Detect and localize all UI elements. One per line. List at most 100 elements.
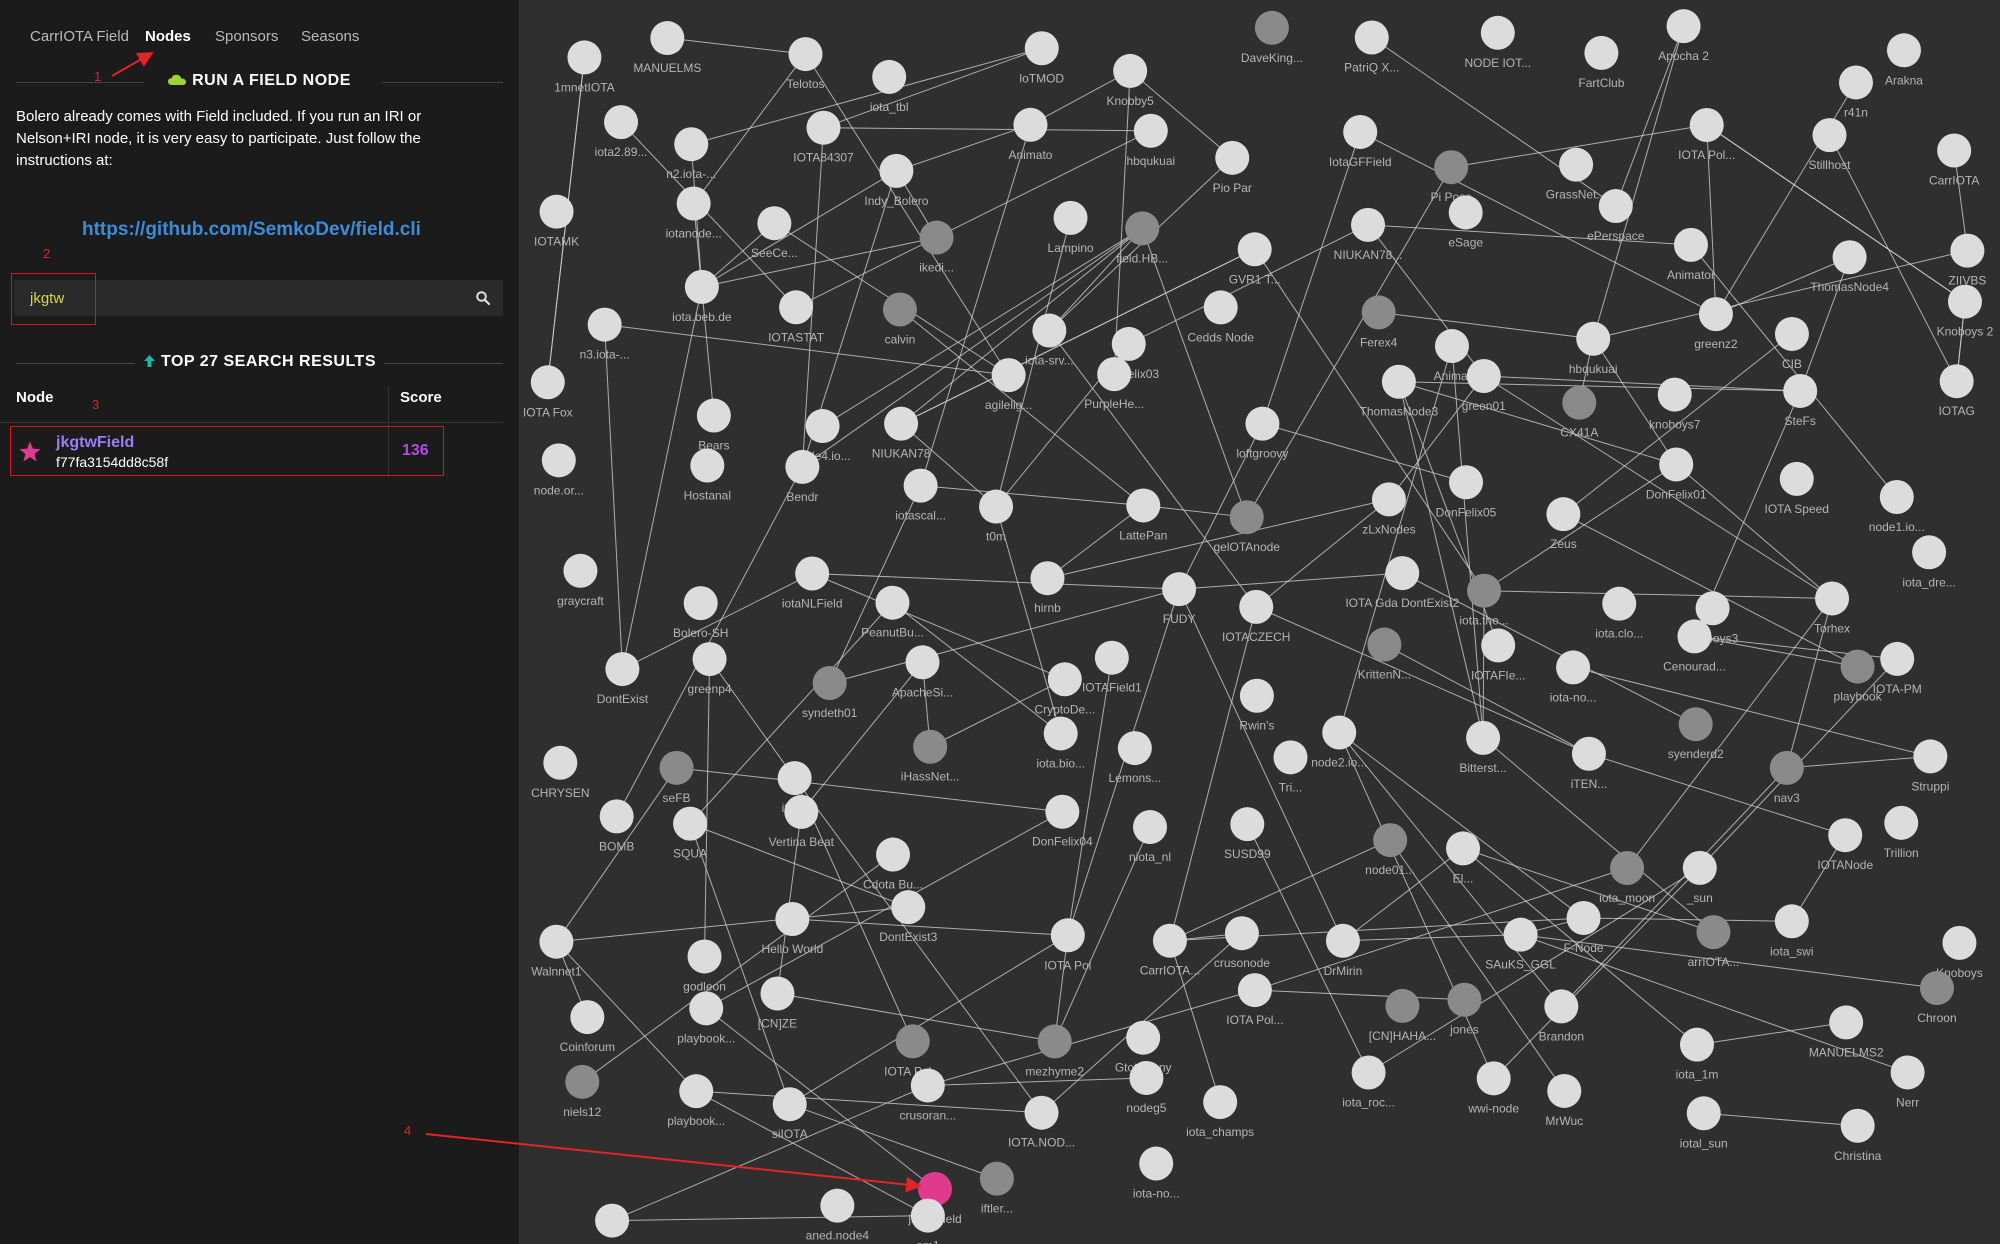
graph-node[interactable]: Cdota Bu... xyxy=(863,837,923,892)
graph-node[interactable]: SeeCe... xyxy=(751,206,798,260)
graph-node-dot[interactable] xyxy=(1097,357,1132,392)
graph-node-dot[interactable] xyxy=(1037,1024,1072,1059)
graph-node[interactable]: iotaNLField xyxy=(782,556,843,610)
graph-node[interactable]: ThomasNode3 xyxy=(1360,364,1439,419)
graph-node-dot[interactable] xyxy=(876,837,911,872)
graph-node-dot[interactable] xyxy=(1815,581,1850,616)
graph-node[interactable]: jones xyxy=(1447,982,1482,1037)
graph-node[interactable]: DonFelix01 xyxy=(1646,447,1707,501)
graph-node-dot[interactable] xyxy=(1919,971,1954,1006)
graph-node-dot[interactable] xyxy=(1657,377,1692,412)
graph-node-dot[interactable] xyxy=(903,468,938,503)
graph-node-dot[interactable] xyxy=(1556,650,1591,685)
graph-node[interactable]: IotaGFField xyxy=(1329,114,1392,169)
graph-node-dot[interactable] xyxy=(1559,147,1594,182)
graph-node[interactable]: Brandon xyxy=(1539,989,1584,1043)
graph-node-dot[interactable] xyxy=(1129,1060,1164,1095)
graph-node-dot[interactable] xyxy=(1503,917,1538,952)
graph-node-dot[interactable] xyxy=(1939,364,1974,399)
graph-node-dot[interactable] xyxy=(1812,118,1847,153)
graph-node-dot[interactable] xyxy=(1024,1095,1059,1130)
graph-node-dot[interactable] xyxy=(1224,916,1259,951)
graph-node-dot[interactable] xyxy=(530,365,565,400)
graph-node-dot[interactable] xyxy=(1043,716,1078,751)
graph-node[interactable]: Christina xyxy=(1834,1108,1882,1163)
graph-node-dot[interactable] xyxy=(1371,482,1406,517)
graph-node[interactable]: node2.io... xyxy=(584,1203,640,1244)
graph-node[interactable]: node1.io... xyxy=(1869,480,1925,534)
graph-node[interactable]: DrMirin xyxy=(1324,923,1363,978)
graph-node-dot[interactable] xyxy=(812,665,847,700)
graph-node-dot[interactable] xyxy=(1838,65,1873,100)
graph-node[interactable]: [CN]HAHA... xyxy=(1369,988,1436,1043)
graph-node-dot[interactable] xyxy=(1273,740,1308,775)
graph-node-dot[interactable] xyxy=(872,59,907,94)
graph-node-dot[interactable] xyxy=(1215,140,1250,175)
graph-node[interactable]: t0m xyxy=(979,489,1014,544)
graph-node[interactable]: iota_champs xyxy=(1186,1085,1254,1139)
graph-node[interactable]: MANUELMS xyxy=(633,21,701,75)
graph-node-dot[interactable] xyxy=(905,645,940,680)
graph-node[interactable]: iota-no... xyxy=(1133,1146,1180,1201)
graph-node-dot[interactable] xyxy=(1045,794,1080,829)
graph-node[interactable]: loftgroovy xyxy=(1236,406,1288,461)
graph-node[interactable]: CIB xyxy=(1774,316,1809,371)
tab-seasons[interactable]: Seasons xyxy=(301,28,359,45)
graph-node[interactable]: IOTAFIe... xyxy=(1471,628,1525,682)
graph-node-dot[interactable] xyxy=(1774,316,1809,351)
graph-node[interactable]: Knoboys 2 xyxy=(1937,284,1994,339)
graph-node-dot[interactable] xyxy=(1152,923,1187,958)
graph-node[interactable]: iota.bio... xyxy=(1036,716,1085,770)
graph-node[interactable]: Telotos xyxy=(786,37,825,91)
graph-node-dot[interactable] xyxy=(605,652,640,687)
graph-node-dot[interactable] xyxy=(1912,535,1947,570)
graph-node[interactable]: niota_nl xyxy=(1129,810,1171,864)
graph-node-dot[interactable] xyxy=(777,761,812,796)
graph-node-dot[interactable] xyxy=(1779,461,1814,496)
graph-node[interactable]: NIUKAN78... xyxy=(1334,207,1403,262)
graph-node-dot[interactable] xyxy=(1829,1005,1864,1040)
graph-node-dot[interactable] xyxy=(1446,831,1481,866)
graph-node-dot[interactable] xyxy=(1373,823,1408,858)
graph-node[interactable]: IOTAMK xyxy=(534,194,579,249)
graph-node[interactable]: NIUKAN78 xyxy=(872,406,931,461)
graph-node[interactable]: siIOTA xyxy=(772,1087,808,1141)
graph-node-dot[interactable] xyxy=(1880,641,1915,676)
graph-node[interactable]: iota_dre... xyxy=(1902,535,1956,589)
graph-node-dot[interactable] xyxy=(604,105,639,140)
graph-node-dot[interactable] xyxy=(692,642,727,677)
tab-sponsors[interactable]: Sponsors xyxy=(215,28,278,45)
graph-node-dot[interactable] xyxy=(1673,227,1708,262)
graph-node[interactable]: DontExist3 xyxy=(879,890,938,944)
graph-node[interactable]: IOTA.NOD... xyxy=(1008,1095,1075,1150)
graph-node[interactable]: [CN]ZE xyxy=(758,976,797,1030)
graph-node-dot[interactable] xyxy=(696,398,731,433)
graph-node[interactable]: node01... xyxy=(1365,823,1415,877)
graph-node[interactable]: BOMB xyxy=(599,799,634,853)
graph-node[interactable]: El... xyxy=(1446,831,1481,885)
graph-node-dot[interactable] xyxy=(1126,488,1161,523)
graph-node-dot[interactable] xyxy=(587,307,622,342)
graph-node-dot[interactable] xyxy=(1448,195,1483,230)
graph-node-dot[interactable] xyxy=(673,806,708,841)
graph-node-dot[interactable] xyxy=(1610,850,1645,885)
graph-node-dot[interactable] xyxy=(650,21,685,56)
graph-node[interactable]: IOTA-PM xyxy=(1873,641,1922,696)
graph-node[interactable]: greenp4 xyxy=(688,642,732,696)
graph-node-dot[interactable] xyxy=(919,220,954,255)
graph-node[interactable]: iTEN... xyxy=(1571,736,1608,791)
graph-node-dot[interactable] xyxy=(539,194,574,229)
graph-node[interactable]: DaveKing... xyxy=(1241,10,1303,65)
graph-node[interactable]: Struppi xyxy=(1911,739,1949,793)
graph-node[interactable]: ThomasNode4 xyxy=(1810,240,1889,294)
graph-node-dot[interactable] xyxy=(689,991,724,1026)
graph-node[interactable]: greenz2 xyxy=(1694,297,1738,351)
graph-node[interactable]: Vertina Beat xyxy=(769,794,835,849)
tab-nodes[interactable]: Nodes xyxy=(145,28,191,45)
network-graph[interactable]: 1mnetIOTA MANUELMS Telotos iota_tbl loTMOD Kn… xyxy=(519,0,2000,1244)
graph-node[interactable]: eSage xyxy=(1448,195,1483,249)
graph-node[interactable]: GVR1 T... xyxy=(1229,232,1281,286)
tab-carriota-field[interactable]: CarrIOTA Field xyxy=(30,28,129,45)
graph-node-dot[interactable] xyxy=(599,799,634,834)
graph-node-dot[interactable] xyxy=(1884,805,1919,840)
